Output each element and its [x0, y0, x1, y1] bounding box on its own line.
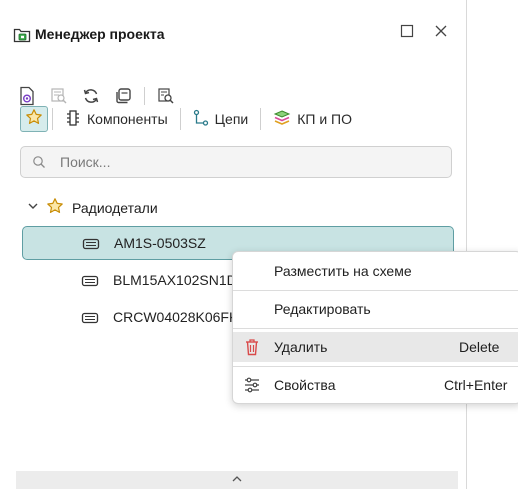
tab-pads-vias[interactable]: КП и ПО — [265, 109, 360, 130]
tab-nets-label: Цепи — [214, 111, 249, 127]
tree-group-radioparts[interactable]: Радиодетали — [26, 197, 158, 218]
maximize-button[interactable] — [396, 22, 418, 44]
menu-separator — [233, 328, 518, 329]
menu-item-shortcut: Ctrl+Enter — [444, 377, 508, 393]
menu-item-label: Удалить — [274, 339, 328, 355]
favorites-star-icon — [25, 108, 43, 131]
group-star-icon — [46, 197, 64, 218]
document-preview-icon[interactable] — [16, 85, 38, 107]
chevron-up-icon — [230, 471, 244, 489]
tab-components-label: Компоненты — [87, 111, 168, 127]
trash-icon — [244, 338, 260, 356]
menu-item-label: Разместить на схеме — [274, 263, 412, 279]
tab-separator — [179, 108, 181, 130]
chevron-down-icon[interactable] — [26, 199, 40, 216]
menu-item-edit[interactable]: Редактировать — [233, 294, 518, 324]
search-icon — [32, 155, 46, 169]
collapse-bottom-bar[interactable] — [16, 471, 458, 489]
menu-item-shortcut: Delete — [459, 339, 500, 355]
find-in-schematic-icon[interactable] — [48, 85, 70, 107]
menu-item-label: Редактировать — [274, 301, 371, 317]
filter-tabs: Компоненты Цепи КП и ПО — [20, 106, 360, 132]
copy-icon[interactable] — [112, 85, 134, 107]
chip-icon — [81, 274, 99, 287]
panel-toolbar — [16, 84, 177, 108]
close-icon — [434, 24, 448, 43]
close-button[interactable] — [430, 22, 452, 44]
menu-separator — [233, 366, 518, 367]
tab-pads-vias-label: КП и ПО — [297, 111, 352, 127]
find-in-pcb-icon[interactable] — [155, 85, 177, 107]
search-box — [20, 146, 452, 178]
menu-item-properties[interactable]: Свойства Ctrl+Enter — [233, 370, 518, 400]
menu-separator — [233, 290, 518, 291]
menu-item-delete[interactable]: Удалить Delete — [233, 332, 518, 362]
search-input[interactable] — [58, 153, 442, 171]
project-manager-icon — [13, 26, 31, 44]
tab-favorites[interactable] — [20, 106, 48, 132]
pad-stack-icon — [273, 109, 291, 130]
tree-group-label: Радиодетали — [72, 199, 158, 216]
tab-components[interactable]: Компоненты — [57, 109, 176, 130]
panel-titlebar: Менеджер проекта — [0, 0, 466, 60]
menu-item-place-on-schematic[interactable]: Разместить на схеме — [233, 256, 518, 286]
tree-item-label: AM1S-0503SZ — [114, 235, 206, 251]
toolbar-separator — [144, 87, 145, 105]
settings-sliders-icon — [244, 376, 260, 394]
tree-item-label: BLM15AX102SN1D — [113, 272, 237, 288]
component-icon — [65, 109, 81, 130]
project-manager-panel: Менеджер проекта Компоненты Цепи КП и ПО… — [0, 0, 467, 489]
menu-item-label: Свойства — [274, 377, 336, 393]
chip-icon — [81, 311, 99, 324]
context-menu: Разместить на схеме Редактировать Удалит… — [232, 251, 518, 404]
panel-title: Менеджер проекта — [35, 26, 165, 42]
maximize-icon — [400, 24, 414, 43]
refresh-icon[interactable] — [80, 85, 102, 107]
chip-icon — [82, 237, 100, 250]
tab-nets[interactable]: Цепи — [185, 109, 257, 130]
tab-separator — [52, 108, 53, 130]
net-icon — [193, 109, 209, 130]
tab-separator — [260, 108, 262, 130]
